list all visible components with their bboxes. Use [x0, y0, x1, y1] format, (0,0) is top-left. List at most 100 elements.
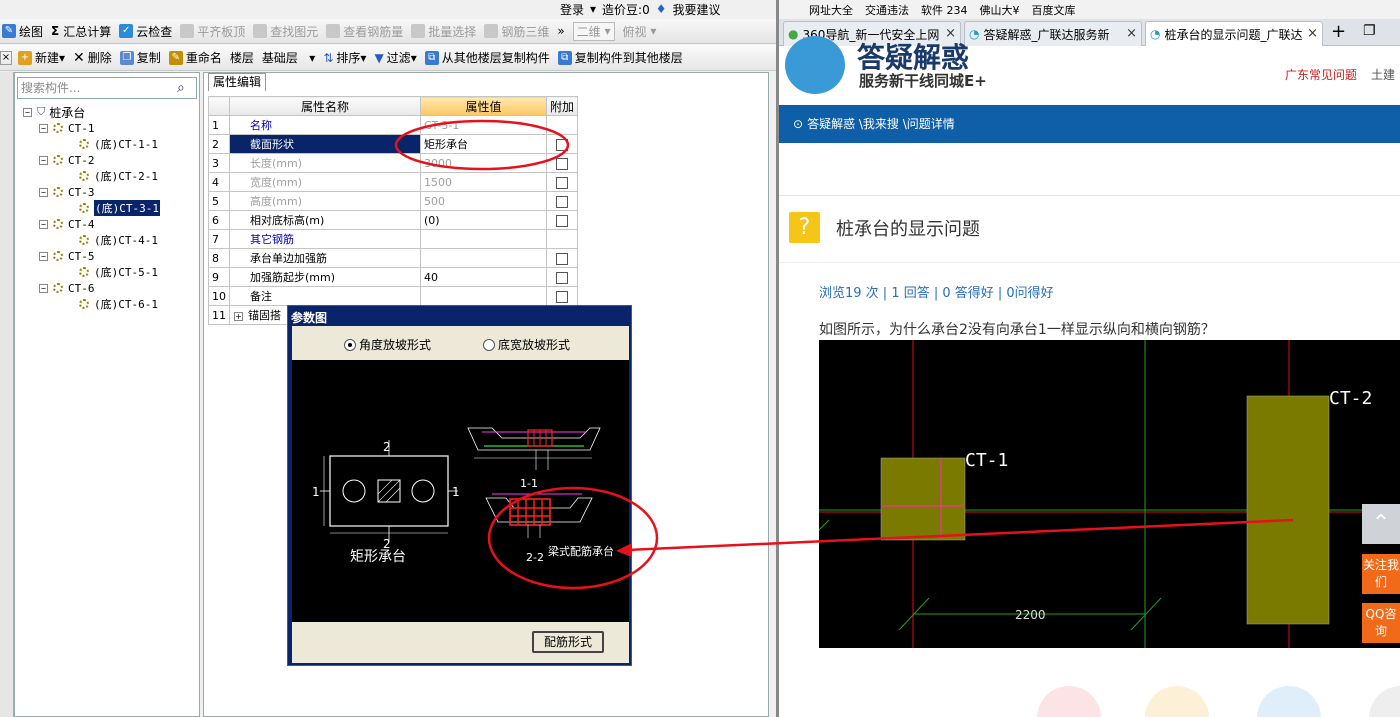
- tree-root[interactable]: − ⛉ 桩承台: [23, 105, 85, 120]
- tree-subitem-ct1-1[interactable]: (底)CT-1-1: [79, 137, 158, 151]
- tree-item-ct6[interactable]: − CT-6: [39, 281, 95, 295]
- qq-consult-button[interactable]: QQ咨询: [1362, 603, 1400, 643]
- rebar-3d-button[interactable]: 钢筋三维: [484, 23, 549, 40]
- table-row[interactable]: 8 承台单边加强筋: [208, 248, 579, 268]
- copy-from-floor-button[interactable]: ⧉ 从其他楼层复制构件: [424, 49, 550, 66]
- tree-subitem-ct2-1[interactable]: (底)CT-2-1: [79, 169, 158, 183]
- breadcrumb-text[interactable]: 答疑解惑 \我来搜 \问题详情: [807, 117, 955, 131]
- header-link[interactable]: 土建: [1371, 66, 1395, 83]
- header-link[interactable]: 广东常见问题: [1285, 66, 1357, 83]
- table-row[interactable]: 7 其它钢筋: [208, 229, 579, 249]
- share-icon[interactable]: [1257, 686, 1321, 717]
- view-rebar-button[interactable]: 查看钢筋量: [326, 23, 403, 40]
- tree-item-ct4[interactable]: − CT-4: [39, 217, 95, 231]
- tree-item-ct2[interactable]: − CT-2: [39, 153, 95, 167]
- rebar-form-button[interactable]: 配筋形式: [532, 631, 604, 653]
- table-row[interactable]: 3 长度(mm) 3000: [208, 153, 579, 173]
- tab-property-edit[interactable]: 属性编辑: [208, 73, 266, 91]
- collapse-icon[interactable]: −: [39, 155, 48, 165]
- browser-tab-active[interactable]: ◔ 桩承台的显示问题_广联达 ×: [1145, 21, 1323, 46]
- collapse-icon[interactable]: −: [39, 251, 48, 261]
- bookmark-item[interactable]: 交通违法: [865, 2, 909, 18]
- checkbox[interactable]: [556, 252, 568, 265]
- property-value[interactable]: [420, 286, 547, 306]
- bookmark-item[interactable]: 佛山大¥: [980, 2, 1020, 18]
- search-icon[interactable]: ⌕: [177, 80, 185, 96]
- search-input[interactable]: 搜索构件...: [17, 77, 197, 99]
- table-row[interactable]: 4 宽度(mm) 1500: [208, 172, 579, 192]
- property-value[interactable]: 40: [420, 267, 547, 287]
- bookmark-item[interactable]: 百度文库: [1032, 2, 1076, 18]
- suggest-link[interactable]: 我要建议: [673, 1, 721, 18]
- property-value[interactable]: 500: [420, 191, 547, 211]
- collapse-icon[interactable]: −: [39, 123, 48, 133]
- property-value[interactable]: (0): [420, 210, 547, 230]
- checkbox[interactable]: [556, 138, 568, 151]
- tree-item-ct3[interactable]: − CT-3: [39, 185, 95, 199]
- bookmark-item[interactable]: 软件 234: [921, 2, 968, 18]
- login-link[interactable]: 登录: [560, 1, 584, 18]
- restore-tabs-icon[interactable]: ❐: [1363, 23, 1376, 39]
- collapse-icon[interactable]: −: [39, 187, 48, 197]
- tree-subitem-ct4-1[interactable]: (底)CT-4-1: [79, 233, 158, 247]
- radio-angle-slope[interactable]: 角度放坡形式: [344, 336, 431, 353]
- collapse-icon[interactable]: −: [39, 283, 48, 293]
- close-tab-icon[interactable]: ×: [1126, 26, 1137, 41]
- checkbox[interactable]: [556, 176, 568, 189]
- dropdown-arrow-icon[interactable]: ▾: [590, 2, 596, 16]
- align-slab-button[interactable]: 平齐板顶: [180, 23, 245, 40]
- browser-tab[interactable]: ◔ 答疑解惑_广联达服务新 ×: [964, 21, 1142, 46]
- view-top-select[interactable]: 俯视 ▾: [623, 23, 657, 40]
- tree-item-ct1[interactable]: − CT-1: [39, 121, 95, 135]
- table-row[interactable]: 1 名称 CT-3-1: [208, 115, 579, 135]
- copy-button[interactable]: ❐ 复制: [119, 49, 161, 66]
- property-value[interactable]: CT-3-1: [420, 115, 547, 135]
- property-value[interactable]: 3000: [420, 153, 547, 173]
- tree-subitem-ct5-1[interactable]: (底)CT-5-1: [79, 265, 158, 279]
- property-value-selected[interactable]: 矩形承台: [420, 134, 547, 154]
- back-to-top-button[interactable]: ⌃: [1362, 504, 1400, 544]
- bookmark-item[interactable]: 网址大全: [809, 2, 853, 18]
- sum-button[interactable]: Σ 汇总计算: [51, 23, 111, 40]
- draw-button[interactable]: ✎ 绘图: [2, 23, 43, 40]
- table-row[interactable]: 5 高度(mm) 500: [208, 191, 579, 211]
- radio-bottom-width-slope[interactable]: 底宽放坡形式: [483, 336, 570, 353]
- follow-us-button[interactable]: 关注我们: [1362, 554, 1400, 594]
- rename-button[interactable]: ✎ 重命名: [168, 49, 222, 66]
- checkbox[interactable]: [556, 195, 568, 208]
- checkbox[interactable]: [556, 271, 568, 284]
- checkbox[interactable]: [556, 290, 568, 303]
- more-action-icon[interactable]: [1369, 686, 1400, 717]
- filter-button[interactable]: ▼ 过滤 ▾: [374, 49, 416, 66]
- collapse-icon[interactable]: −: [39, 219, 48, 229]
- new-tab-icon[interactable]: +: [1331, 21, 1346, 42]
- tree-item-ct5[interactable]: − CT-5: [39, 249, 95, 263]
- more-chevron-icon[interactable]: »: [557, 24, 564, 38]
- bell-icon[interactable]: ♦: [656, 2, 667, 16]
- tree-subitem-ct6-1[interactable]: (底)CT-6-1: [79, 297, 158, 311]
- favorite-icon[interactable]: [1145, 686, 1209, 717]
- checkbox[interactable]: [556, 214, 568, 227]
- checkbox[interactable]: [556, 157, 568, 170]
- tree-subitem-ct3-1[interactable]: (底)CT-3-1: [79, 200, 160, 216]
- table-row[interactable]: 10 备注: [208, 286, 579, 306]
- property-value[interactable]: 1500: [420, 172, 547, 192]
- copy-to-floor-button[interactable]: ⧉ 复制构件到其他楼层: [557, 49, 683, 66]
- table-row[interactable]: 6 相对底标高(m) (0): [208, 210, 579, 230]
- floor-select[interactable]: 基础层 ▾: [262, 49, 315, 66]
- new-button[interactable]: + 新建 ▾: [18, 49, 65, 66]
- delete-button[interactable]: ✕ 删除: [73, 49, 112, 66]
- expand-icon[interactable]: +: [234, 312, 243, 321]
- table-row[interactable]: 9 加强筋起步(mm) 40: [208, 267, 579, 287]
- table-row-selected[interactable]: 2 截面形状 矩形承台: [208, 134, 579, 154]
- find-element-button[interactable]: 查找图元: [253, 23, 318, 40]
- batch-select-button[interactable]: 批量选择: [411, 23, 476, 40]
- like-icon[interactable]: [1037, 686, 1101, 717]
- property-value[interactable]: [420, 229, 547, 249]
- sort-button[interactable]: ⇅ 排序 ▾: [323, 49, 366, 66]
- property-value[interactable]: [420, 248, 547, 268]
- view-2d-select[interactable]: 二维 ▾: [572, 21, 615, 41]
- collapse-icon[interactable]: −: [23, 107, 32, 117]
- cloud-check-button[interactable]: ✓ 云检查: [119, 23, 172, 40]
- close-pane-icon[interactable]: ×: [0, 50, 12, 65]
